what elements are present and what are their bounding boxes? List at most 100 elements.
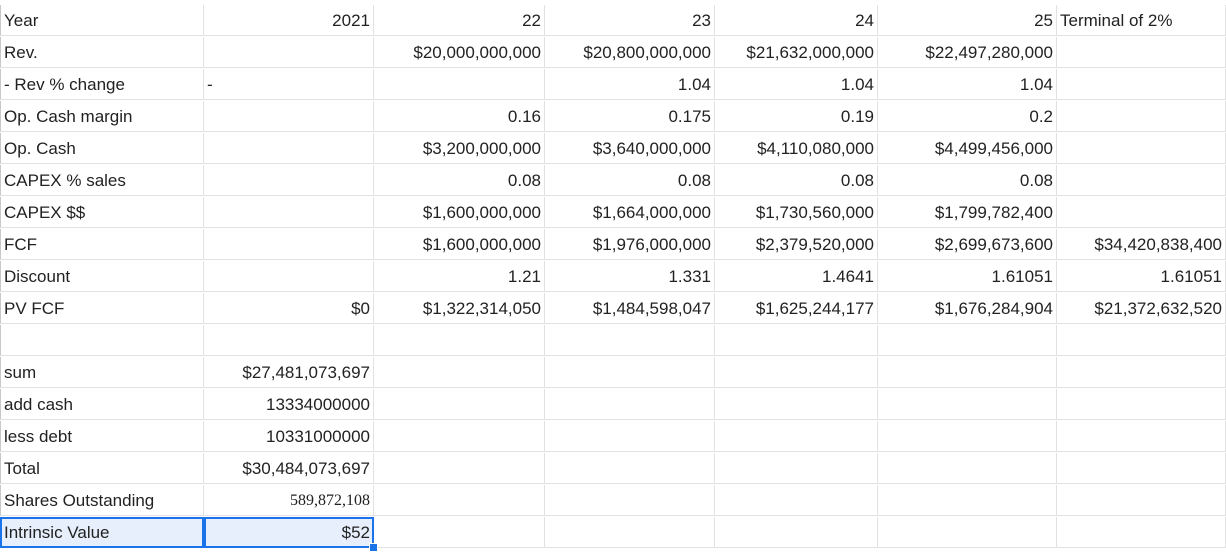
cell-r5-25[interactable]: $4,499,456,000 — [878, 133, 1057, 164]
cell-r16-terminal[interactable] — [1057, 485, 1226, 516]
cell-r9-25[interactable]: 1.61051 — [878, 261, 1057, 292]
cell-r17-terminal[interactable] — [1057, 517, 1226, 548]
cell-r3-terminal[interactable] — [1057, 69, 1226, 100]
cell-r13-22[interactable] — [374, 389, 545, 420]
cell-r11-25[interactable] — [878, 325, 1057, 356]
cell-r6-terminal[interactable] — [1057, 165, 1226, 196]
cell-r5-23[interactable]: $3,640,000,000 — [545, 133, 715, 164]
cell-r13-23[interactable] — [545, 389, 715, 420]
cell-r15-2021[interactable]: $30,484,073,697 — [204, 453, 374, 484]
cell-r14-23[interactable] — [545, 421, 715, 452]
cell-r2-terminal[interactable] — [1057, 37, 1226, 68]
cell-r17-label[interactable]: Intrinsic Value — [0, 517, 204, 548]
cell-r10-24[interactable]: $1,625,244,177 — [715, 293, 878, 324]
cell-r7-label[interactable]: CAPEX $$ — [0, 197, 204, 228]
cell-r5-22[interactable]: $3,200,000,000 — [374, 133, 545, 164]
cell-r12-label[interactable]: sum — [0, 357, 204, 388]
fill-handle[interactable] — [369, 543, 378, 552]
cell-r8-label[interactable]: FCF — [0, 229, 204, 260]
cell-r11-label[interactable] — [0, 325, 204, 356]
cell-r17-24[interactable] — [715, 517, 878, 548]
cell-r6-24[interactable]: 0.08 — [715, 165, 878, 196]
cell-r2-25[interactable]: $22,497,280,000 — [878, 37, 1057, 68]
cell-r11-2021[interactable] — [204, 325, 374, 356]
cell-r12-22[interactable] — [374, 357, 545, 388]
cell-r3-2021[interactable]: - — [204, 69, 374, 100]
cell-r15-25[interactable] — [878, 453, 1057, 484]
cell-r4-22[interactable]: 0.16 — [374, 101, 545, 132]
cell-r6-22[interactable]: 0.08 — [374, 165, 545, 196]
cell-r1-22[interactable]: 22 — [374, 5, 545, 36]
cell-r12-25[interactable] — [878, 357, 1057, 388]
cell-r16-label[interactable]: Shares Outstanding — [0, 485, 204, 516]
cell-r3-25[interactable]: 1.04 — [878, 69, 1057, 100]
cell-r6-23[interactable]: 0.08 — [545, 165, 715, 196]
cell-r1-label[interactable]: Year — [0, 5, 204, 36]
cell-r9-label[interactable]: Discount — [0, 261, 204, 292]
cell-r7-25[interactable]: $1,799,782,400 — [878, 197, 1057, 228]
cell-r11-terminal[interactable] — [1057, 325, 1226, 356]
cell-r10-2021[interactable]: $0 — [204, 293, 374, 324]
cell-r17-23[interactable] — [545, 517, 715, 548]
cell-r12-24[interactable] — [715, 357, 878, 388]
cell-r9-22[interactable]: 1.21 — [374, 261, 545, 292]
cell-r1-25[interactable]: 25 — [878, 5, 1057, 36]
cell-r12-terminal[interactable] — [1057, 357, 1226, 388]
cell-r14-terminal[interactable] — [1057, 421, 1226, 452]
cell-r2-22[interactable]: $20,000,000,000 — [374, 37, 545, 68]
cell-r14-label[interactable]: less debt — [0, 421, 204, 452]
cell-r3-label[interactable]: - Rev % change — [0, 69, 204, 100]
cell-r4-label[interactable]: Op. Cash margin — [0, 101, 204, 132]
cell-r17-25[interactable] — [878, 517, 1057, 548]
cell-r10-terminal[interactable]: $21,372,632,520 — [1057, 293, 1226, 324]
cell-r17-2021[interactable]: $52 — [204, 517, 374, 548]
cell-r11-23[interactable] — [545, 325, 715, 356]
cell-r5-terminal[interactable] — [1057, 133, 1226, 164]
cell-r15-22[interactable] — [374, 453, 545, 484]
cell-r8-24[interactable]: $2,379,520,000 — [715, 229, 878, 260]
cell-r3-23[interactable]: 1.04 — [545, 69, 715, 100]
cell-r5-24[interactable]: $4,110,080,000 — [715, 133, 878, 164]
cell-r7-24[interactable]: $1,730,560,000 — [715, 197, 878, 228]
cell-r15-label[interactable]: Total — [0, 453, 204, 484]
cell-r13-terminal[interactable] — [1057, 389, 1226, 420]
cell-r16-24[interactable] — [715, 485, 878, 516]
cell-r4-2021[interactable] — [204, 101, 374, 132]
cell-r13-label[interactable]: add cash — [0, 389, 204, 420]
cell-r4-terminal[interactable] — [1057, 101, 1226, 132]
cell-r14-2021[interactable]: 10331000000 — [204, 421, 374, 452]
cell-r14-25[interactable] — [878, 421, 1057, 452]
cell-r7-23[interactable]: $1,664,000,000 — [545, 197, 715, 228]
cell-r1-24[interactable]: 24 — [715, 5, 878, 36]
cell-r8-terminal[interactable]: $34,420,838,400 — [1057, 229, 1226, 260]
cell-r15-23[interactable] — [545, 453, 715, 484]
cell-r16-22[interactable] — [374, 485, 545, 516]
cell-r13-24[interactable] — [715, 389, 878, 420]
cell-r10-22[interactable]: $1,322,314,050 — [374, 293, 545, 324]
cell-r7-22[interactable]: $1,600,000,000 — [374, 197, 545, 228]
cell-r4-23[interactable]: 0.175 — [545, 101, 715, 132]
cell-r5-label[interactable]: Op. Cash — [0, 133, 204, 164]
cell-r15-24[interactable] — [715, 453, 878, 484]
cell-r4-25[interactable]: 0.2 — [878, 101, 1057, 132]
cell-r16-25[interactable] — [878, 485, 1057, 516]
cell-r2-23[interactable]: $20,800,000,000 — [545, 37, 715, 68]
cell-r2-24[interactable]: $21,632,000,000 — [715, 37, 878, 68]
cell-r4-24[interactable]: 0.19 — [715, 101, 878, 132]
cell-r1-23[interactable]: 23 — [545, 5, 715, 36]
cell-r9-24[interactable]: 1.4641 — [715, 261, 878, 292]
cell-r5-2021[interactable] — [204, 133, 374, 164]
cell-r17-22[interactable] — [374, 517, 545, 548]
cell-r10-23[interactable]: $1,484,598,047 — [545, 293, 715, 324]
cell-r7-terminal[interactable] — [1057, 197, 1226, 228]
cell-r1-2021[interactable]: 2021 — [204, 5, 374, 36]
cell-r10-label[interactable]: PV FCF — [0, 293, 204, 324]
cell-r8-25[interactable]: $2,699,673,600 — [878, 229, 1057, 260]
cell-r3-22[interactable] — [374, 69, 545, 100]
cell-r12-2021[interactable]: $27,481,073,697 — [204, 357, 374, 388]
cell-r14-24[interactable] — [715, 421, 878, 452]
cell-r11-24[interactable] — [715, 325, 878, 356]
cell-r8-22[interactable]: $1,600,000,000 — [374, 229, 545, 260]
cell-r8-2021[interactable] — [204, 229, 374, 260]
cell-r10-25[interactable]: $1,676,284,904 — [878, 293, 1057, 324]
